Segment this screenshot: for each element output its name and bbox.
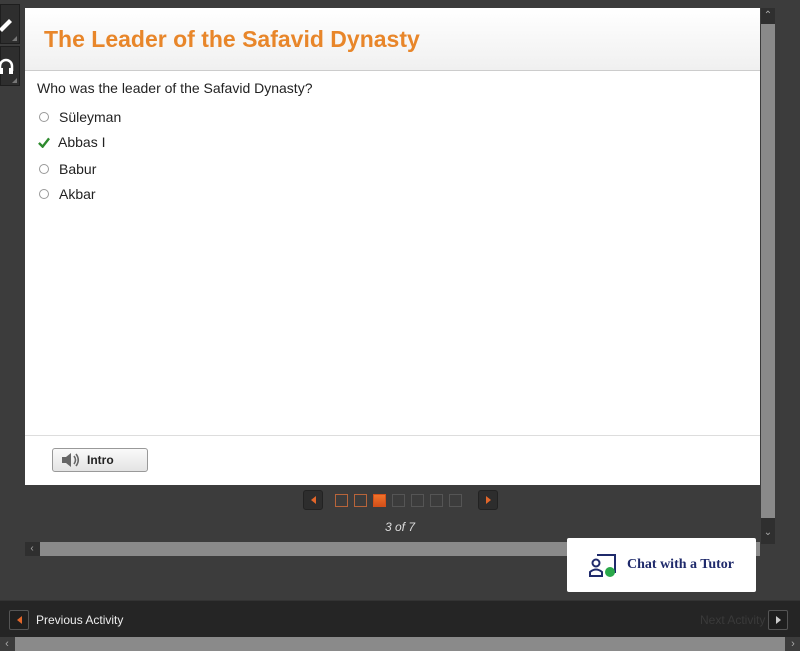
pager-dot-4[interactable]: [392, 493, 405, 507]
intro-button[interactable]: Intro: [52, 448, 148, 472]
pager-next-button[interactable]: [478, 490, 498, 510]
page-horizontal-scrollbar[interactable]: ‹ ›: [0, 637, 800, 651]
pager-prev-button[interactable]: [303, 490, 323, 510]
checkmark-icon: [38, 137, 50, 148]
pager-dot-7[interactable]: [449, 493, 462, 507]
chat-with-tutor-button[interactable]: Chat with a Tutor: [567, 538, 756, 592]
answer-option[interactable]: Babur: [39, 161, 96, 177]
scroll-left-icon[interactable]: ‹: [25, 542, 39, 556]
option-label: Babur: [59, 161, 97, 177]
option-label: Akbar: [59, 186, 96, 202]
pencil-tool-button[interactable]: [0, 4, 20, 44]
vertical-scrollbar[interactable]: ⌃ ⌄: [761, 8, 775, 544]
expand-corner: [12, 78, 17, 83]
pager-dots: [335, 493, 468, 507]
activity-header: The Leader of the Safavid Dynasty: [25, 8, 760, 71]
question-text: Who was the leader of the Safavid Dynast…: [37, 80, 313, 96]
radio-icon[interactable]: [39, 189, 49, 199]
headphones-icon: [0, 58, 14, 74]
activity-title: The Leader of the Safavid Dynasty: [44, 26, 420, 52]
pager-dot-1[interactable]: [335, 493, 348, 507]
page-scroll-thumb[interactable]: [15, 637, 785, 651]
scroll-down-icon[interactable]: ⌄: [761, 526, 775, 540]
pager-dot-3[interactable]: [373, 493, 386, 507]
scroll-right-icon[interactable]: ›: [786, 637, 800, 651]
arrow-right-icon: [485, 496, 491, 504]
tutor-chat-icon: [589, 554, 617, 577]
audio-tool-button[interactable]: [0, 46, 20, 86]
answer-option[interactable]: Süleyman: [39, 109, 121, 125]
pager-dot-6[interactable]: [430, 493, 443, 507]
tutor-label: Chat with a Tutor: [627, 557, 734, 572]
pager-dot-2[interactable]: [354, 493, 367, 507]
vertical-scroll-thumb[interactable]: [761, 24, 775, 518]
activity-panel: The Leader of the Safavid Dynasty Who wa…: [25, 8, 760, 485]
speaker-icon: [62, 453, 80, 467]
answer-option[interactable]: Abbas I: [38, 134, 106, 150]
intro-label: Intro: [87, 453, 114, 467]
arrow-left-icon: [16, 616, 22, 624]
slide-pager: [303, 490, 498, 510]
expand-corner: [12, 36, 17, 41]
next-activity-label: Next Activity: [700, 613, 766, 627]
bottom-nav-bar: Previous Activity Next Activity: [0, 600, 800, 638]
answer-option[interactable]: Akbar: [39, 186, 96, 202]
next-activity-button[interactable]: [768, 610, 788, 630]
pager-dot-5[interactable]: [411, 493, 424, 507]
pencil-icon: [0, 19, 12, 32]
option-label: Abbas I: [58, 134, 106, 150]
radio-icon[interactable]: [39, 164, 49, 174]
scroll-left-icon[interactable]: ‹: [0, 637, 14, 651]
activity-footer: Intro: [25, 435, 760, 485]
previous-activity-button[interactable]: [9, 610, 29, 630]
option-label: Süleyman: [59, 109, 122, 125]
arrow-left-icon: [310, 496, 316, 504]
arrow-right-icon: [775, 616, 781, 624]
previous-activity-label[interactable]: Previous Activity: [36, 613, 123, 627]
scroll-up-icon[interactable]: ⌃: [761, 9, 775, 23]
radio-icon[interactable]: [39, 112, 49, 122]
page-indicator: 3 of 7: [384, 520, 416, 534]
